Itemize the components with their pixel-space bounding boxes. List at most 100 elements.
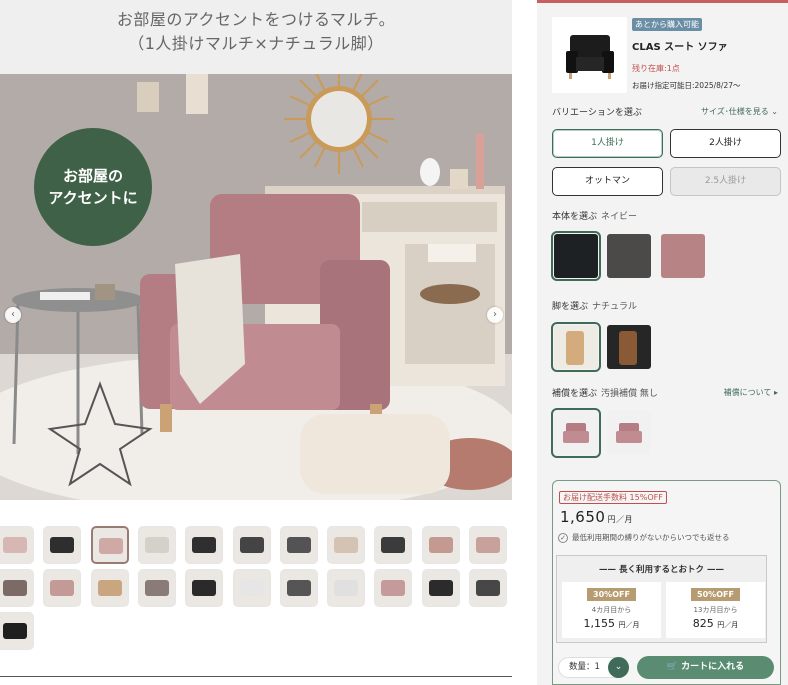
size-spec-link[interactable]: サイズ･仕様を見る ⌄ [701, 106, 778, 117]
variation-option-2[interactable]: 2人掛け [670, 129, 781, 158]
price-note: ✓ 最低利用期間の縛りがないからいつでも返せる [558, 532, 730, 543]
variation-option-ottoman[interactable]: オットマン [552, 167, 663, 196]
badge-line1: お部屋の [62, 167, 123, 185]
thumbnail-image [239, 580, 264, 596]
gallery-thumbnail[interactable] [232, 526, 271, 564]
stock-status: 残り在庫:1点 [632, 64, 680, 73]
buy-later-tag: あとから購入可能 [632, 18, 702, 31]
gallery-thumbnail[interactable] [374, 526, 413, 564]
chevron-down-icon[interactable]: ⌄ [608, 657, 629, 678]
deal-pill: 50%OFF [691, 588, 740, 601]
gallery-thumbnail[interactable] [0, 526, 34, 564]
gallery-thumbnail[interactable] [279, 569, 318, 607]
gallery-thumbnail[interactable] [279, 526, 318, 564]
deal-card-13m: 50%OFF 13カ月目から 825 円／月 [666, 582, 765, 638]
quantity-label: 数量：1 [569, 662, 600, 672]
gallery-thumbnail[interactable] [137, 526, 176, 564]
compensation-link-text[interactable]: 補償について [724, 388, 772, 397]
long-term-deal: —— 長く利用するとおトク —— 30%OFF 4カ月目から 1,155 円／月… [556, 555, 767, 643]
gallery-next-button[interactable]: › [487, 307, 503, 323]
deal-price-unit: 円／月 [618, 621, 640, 629]
deal-title: —— 長く利用するとおトク —— [599, 565, 724, 575]
gallery-thumbnail[interactable] [421, 526, 460, 564]
delivery-date: お届け指定可能日:2025/8/27〜 [632, 81, 741, 90]
thumbnail-image [286, 537, 311, 553]
price-note-text: 最低利用期間の縛りがないからいつでも返せる [572, 533, 730, 542]
compensation-stain[interactable] [607, 411, 651, 455]
headline-line2: （1人掛けマルチ×ナチュラル脚） [128, 34, 384, 53]
variation-option-1[interactable]: 1人掛け [552, 129, 663, 158]
leg-natural[interactable] [551, 322, 601, 372]
gallery-thumbnail[interactable] [137, 569, 176, 607]
chevron-right-icon: › [493, 309, 497, 320]
thumbnail-image [3, 623, 27, 639]
gallery-thumbnail[interactable] [327, 569, 366, 607]
variation-label: バリエーションを選ぶ [552, 108, 642, 118]
deal-price: 1,155 円／月 [562, 617, 661, 630]
swatch-navy[interactable] [551, 231, 601, 281]
product-thumbnail [552, 17, 627, 93]
gallery-thumbnail[interactable] [0, 569, 34, 607]
deal-price: 825 円／月 [666, 617, 765, 630]
deal-price-unit: 円／月 [717, 621, 739, 629]
compensation-none[interactable] [551, 408, 601, 458]
thumbnail-image [334, 580, 359, 596]
triangle-right-icon: ▸ [773, 388, 778, 397]
gallery-thumbnail[interactable] [421, 569, 460, 607]
sofa-image [566, 35, 614, 79]
deal-price-value: 1,155 [583, 617, 616, 630]
gallery-thumbnail[interactable] [232, 569, 271, 607]
body-color-title: 本体を選ぶ [552, 212, 598, 222]
product-name: CLAS スート ソファ [632, 42, 728, 53]
thumbnail-image [428, 537, 453, 553]
thumbnail-image [50, 537, 75, 553]
gallery-thumbnail[interactable] [185, 526, 224, 564]
thumbnail-image [286, 580, 311, 596]
gallery-thumbnail[interactable] [43, 569, 82, 607]
gallery-thumbnail[interactable] [327, 526, 366, 564]
monthly-price: 1,650 円／月 [560, 508, 633, 526]
legs-label: 脚を選ぶ ナチュラル [552, 299, 637, 312]
legs-value: ナチュラル [592, 302, 638, 312]
deal-price-value: 825 [692, 617, 714, 630]
accent-bar [537, 0, 788, 3]
gallery-thumbnail[interactable] [469, 569, 507, 607]
chair-pink-image [563, 423, 589, 443]
deal-sub: 4カ月目から [591, 606, 632, 614]
gallery-thumbnail[interactable] [43, 526, 82, 564]
delivery-discount-badge: お届け配送手数料 15%OFF [559, 491, 667, 504]
product-gallery: お部屋のアクセントをつけるマルチ。 （1人掛けマルチ×ナチュラル脚） ‹ › お… [0, 0, 512, 685]
thumbnail-image [381, 580, 406, 596]
quantity-select[interactable]: 数量：1 ⌄ [558, 657, 629, 678]
gallery-thumbnail[interactable] [374, 569, 413, 607]
natural-leg-image [566, 331, 584, 365]
add-to-cart-button[interactable]: 🛒 カートに入れる [637, 656, 774, 679]
cart-icon: 🛒 [666, 662, 679, 672]
deal-sub: 13カ月目から [693, 606, 738, 614]
chair-pink-image [616, 423, 642, 443]
gallery-thumbnail[interactable] [0, 612, 34, 650]
thumbnail-image [476, 537, 500, 553]
brown-leg-image [619, 331, 637, 365]
gallery-thumbnail[interactable] [90, 526, 129, 564]
price-unit: 円／月 [607, 515, 633, 524]
size-spec-link-text[interactable]: サイズ･仕様を見る [701, 107, 769, 116]
leg-brown[interactable] [607, 325, 651, 369]
gallery-prev-button[interactable]: ‹ [5, 307, 21, 323]
legs-title: 脚を選ぶ [552, 302, 589, 312]
deal-pill: 30%OFF [587, 588, 636, 601]
chevron-down-icon: ⌄ [771, 107, 778, 116]
swatch-pink[interactable] [661, 234, 705, 278]
body-color-label: 本体を選ぶ ネイビー [552, 209, 637, 222]
gallery-thumbnail[interactable] [90, 569, 129, 607]
variation-option-2-5: 2.5人掛け [670, 167, 781, 196]
thumbnail-image [98, 538, 123, 554]
compensation-link[interactable]: 補償について ▸ [724, 387, 778, 398]
thumbnail-image [334, 537, 359, 553]
price-value: 1,650 [560, 508, 606, 526]
thumbnail-image [428, 580, 453, 596]
swatch-gray[interactable] [607, 234, 651, 278]
gallery-thumbnail[interactable] [469, 526, 507, 564]
gallery-thumbnail[interactable] [185, 569, 224, 607]
hero-image: ‹ › お部屋の アクセントに [0, 74, 512, 500]
